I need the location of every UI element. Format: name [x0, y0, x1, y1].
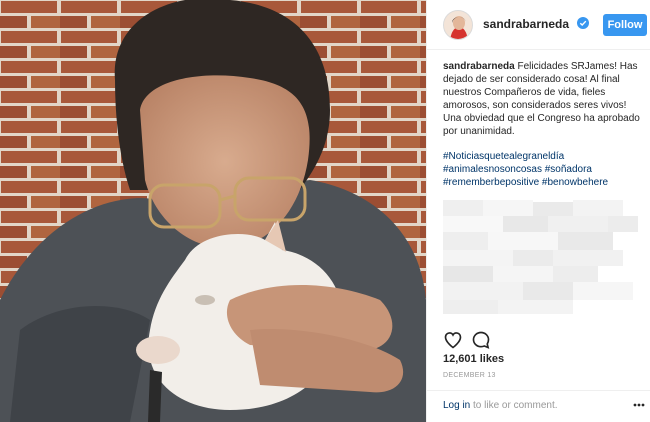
follow-button[interactable]: Follow	[603, 14, 647, 36]
comment-icon[interactable]	[471, 330, 491, 350]
verified-badge-icon	[577, 17, 589, 29]
hashtag-line[interactable]: #rememberbepositive #benowbehere	[443, 176, 643, 189]
like-count[interactable]: 12,601 likes	[443, 353, 504, 365]
login-prompt-text: to like or comment.	[470, 400, 558, 411]
pixelated-comments	[443, 200, 643, 315]
login-link[interactable]: Log in	[443, 400, 470, 411]
caption-username[interactable]: sandrabarneda	[443, 61, 515, 72]
post-photo	[0, 0, 426, 422]
post-date: December 13	[443, 372, 496, 379]
more-options-icon[interactable]	[633, 403, 645, 407]
hashtag-line[interactable]: #animalesnosoncosas #soñadora	[443, 163, 643, 176]
photo-illustration	[0, 0, 426, 422]
hashtag-list: #Noticiasquetealegraneldía #animalesnoso…	[443, 150, 643, 189]
post-actions	[443, 330, 643, 350]
post-footer: Log in to like or comment.	[427, 390, 650, 422]
instagram-post: sandrabarneda Follow sandrabarneda Felic…	[0, 0, 650, 422]
caption-text: Felicidades SRJames! Has dejado de ser c…	[443, 61, 640, 137]
avatar-image	[444, 11, 472, 39]
login-prompt: Log in to like or comment.	[443, 400, 558, 411]
heart-icon[interactable]	[443, 330, 463, 350]
avatar[interactable]	[443, 10, 473, 40]
post-caption: sandrabarneda Felicidades SRJames! Has d…	[443, 60, 643, 138]
post-sidebar: sandrabarneda Follow sandrabarneda Felic…	[426, 0, 650, 422]
post-header: sandrabarneda Follow	[427, 0, 650, 50]
username[interactable]: sandrabarneda	[483, 17, 569, 31]
hashtag-line[interactable]: #Noticiasquetealegraneldía	[443, 150, 643, 163]
